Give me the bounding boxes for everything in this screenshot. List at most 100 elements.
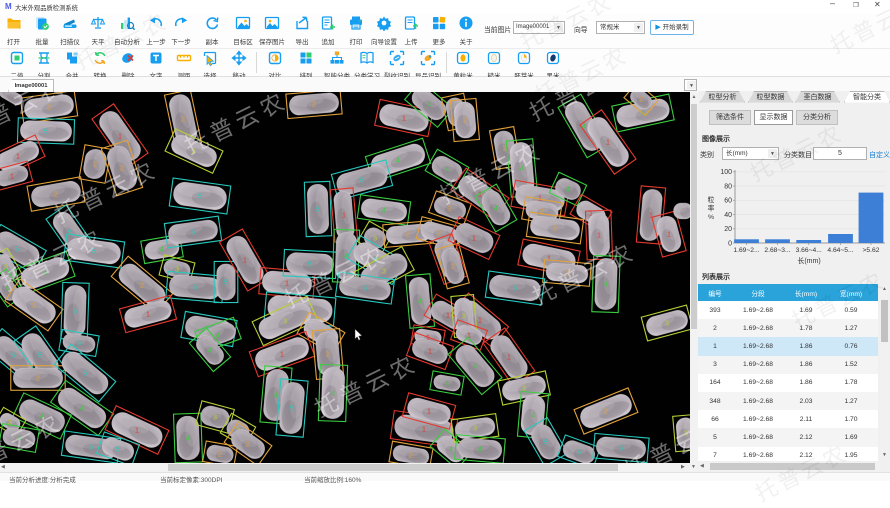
svg-text:1: 1: [16, 152, 20, 161]
svg-text:3: 3: [373, 234, 377, 243]
svg-text:4: 4: [186, 434, 190, 443]
svg-text:3: 3: [462, 312, 466, 321]
svg-text:1: 1: [243, 256, 247, 265]
svg-text:0: 0: [728, 240, 732, 247]
svg-text:1: 1: [427, 407, 431, 416]
svg-text:1: 1: [472, 234, 476, 243]
svg-text:2: 2: [312, 100, 316, 109]
svg-text:1: 1: [118, 132, 122, 141]
svg-text:1.69~2...: 1.69~2...: [733, 247, 759, 254]
svg-text:4: 4: [396, 156, 400, 165]
svg-text:5: 5: [198, 192, 202, 201]
svg-text:5: 5: [11, 351, 15, 360]
svg-text:40: 40: [724, 212, 732, 219]
svg-text:4: 4: [473, 362, 477, 371]
svg-text:1: 1: [342, 211, 346, 220]
svg-text:5: 5: [116, 445, 120, 454]
svg-text:4: 4: [449, 445, 453, 454]
svg-text:4: 4: [445, 165, 449, 174]
svg-text:1: 1: [422, 425, 426, 434]
svg-text:2: 2: [246, 440, 250, 449]
svg-text:4: 4: [531, 411, 535, 420]
svg-text:1: 1: [402, 114, 406, 123]
svg-text:5: 5: [73, 307, 77, 316]
svg-text:20: 20: [724, 226, 732, 233]
svg-text:4: 4: [566, 185, 570, 194]
svg-text:4.64~5...: 4.64~5...: [827, 247, 853, 254]
svg-text:5: 5: [68, 228, 72, 237]
svg-text:长(mm): 长(mm): [797, 256, 820, 265]
svg-text:1: 1: [428, 347, 432, 356]
svg-text:2: 2: [406, 230, 410, 239]
svg-text:1: 1: [597, 231, 601, 240]
svg-text:5: 5: [619, 444, 623, 453]
svg-text:4: 4: [274, 391, 278, 400]
svg-text:2: 2: [451, 262, 455, 271]
svg-text:率: 率: [708, 204, 715, 213]
svg-text:4: 4: [427, 100, 431, 109]
svg-text:100: 100: [720, 169, 732, 176]
svg-text:4: 4: [445, 379, 449, 388]
svg-text:5: 5: [44, 127, 48, 136]
svg-text:3: 3: [213, 413, 217, 422]
svg-text:5: 5: [77, 339, 81, 348]
svg-text:5: 5: [544, 438, 548, 447]
svg-text:1: 1: [507, 353, 511, 362]
svg-text:2: 2: [140, 281, 144, 290]
svg-text:5: 5: [513, 284, 517, 293]
svg-text:3.66~4...: 3.66~4...: [796, 247, 822, 254]
svg-text:2: 2: [604, 407, 608, 416]
svg-text:5: 5: [193, 283, 197, 292]
svg-text:2: 2: [553, 224, 557, 233]
svg-text:粒: 粒: [708, 195, 715, 204]
svg-text:3: 3: [473, 424, 477, 433]
svg-text:5: 5: [83, 369, 87, 378]
svg-text:5: 5: [89, 443, 93, 452]
svg-text:5: 5: [224, 278, 228, 287]
svg-text:%: %: [708, 214, 714, 221]
svg-text:4: 4: [208, 346, 212, 355]
svg-text:2: 2: [409, 451, 413, 460]
svg-text:1: 1: [146, 310, 150, 319]
svg-text:4: 4: [478, 445, 482, 454]
svg-text:2: 2: [54, 190, 58, 199]
svg-text:1: 1: [135, 426, 139, 435]
svg-text:5: 5: [360, 176, 364, 185]
svg-text:3: 3: [665, 319, 669, 328]
svg-text:80: 80: [724, 183, 732, 190]
svg-text:2: 2: [326, 350, 330, 359]
svg-text:2: 2: [181, 115, 185, 124]
svg-text:1: 1: [547, 254, 551, 263]
svg-text:5: 5: [191, 228, 195, 237]
svg-text:4: 4: [80, 404, 84, 413]
svg-text:5: 5: [577, 448, 581, 457]
svg-text:4: 4: [604, 280, 608, 289]
svg-text:1: 1: [667, 230, 671, 239]
svg-text:2: 2: [463, 116, 467, 125]
svg-text:1: 1: [606, 138, 610, 147]
svg-text:2: 2: [36, 374, 40, 383]
svg-text:2: 2: [639, 95, 643, 104]
svg-text:4: 4: [418, 297, 422, 306]
svg-text:5: 5: [308, 260, 312, 269]
svg-text:5: 5: [38, 351, 42, 360]
svg-text:2: 2: [218, 450, 222, 459]
svg-text:4: 4: [160, 245, 164, 254]
svg-text:2: 2: [93, 160, 97, 169]
svg-text:>5.62: >5.62: [863, 247, 880, 254]
svg-text:2.68~3...: 2.68~3...: [764, 247, 790, 254]
svg-text:4: 4: [494, 204, 498, 213]
svg-text:60: 60: [724, 198, 732, 205]
svg-text:3: 3: [283, 317, 287, 326]
svg-text:4: 4: [382, 206, 386, 215]
svg-text:1: 1: [446, 311, 450, 320]
svg-text:1: 1: [478, 316, 482, 325]
svg-text:5: 5: [15, 245, 19, 254]
svg-text:5: 5: [316, 205, 320, 214]
svg-text:1: 1: [10, 172, 14, 181]
svg-text:1: 1: [280, 350, 284, 359]
svg-text:5: 5: [363, 284, 367, 293]
svg-text:2: 2: [32, 301, 36, 310]
svg-text:4: 4: [216, 331, 220, 340]
svg-text:2: 2: [437, 229, 441, 238]
